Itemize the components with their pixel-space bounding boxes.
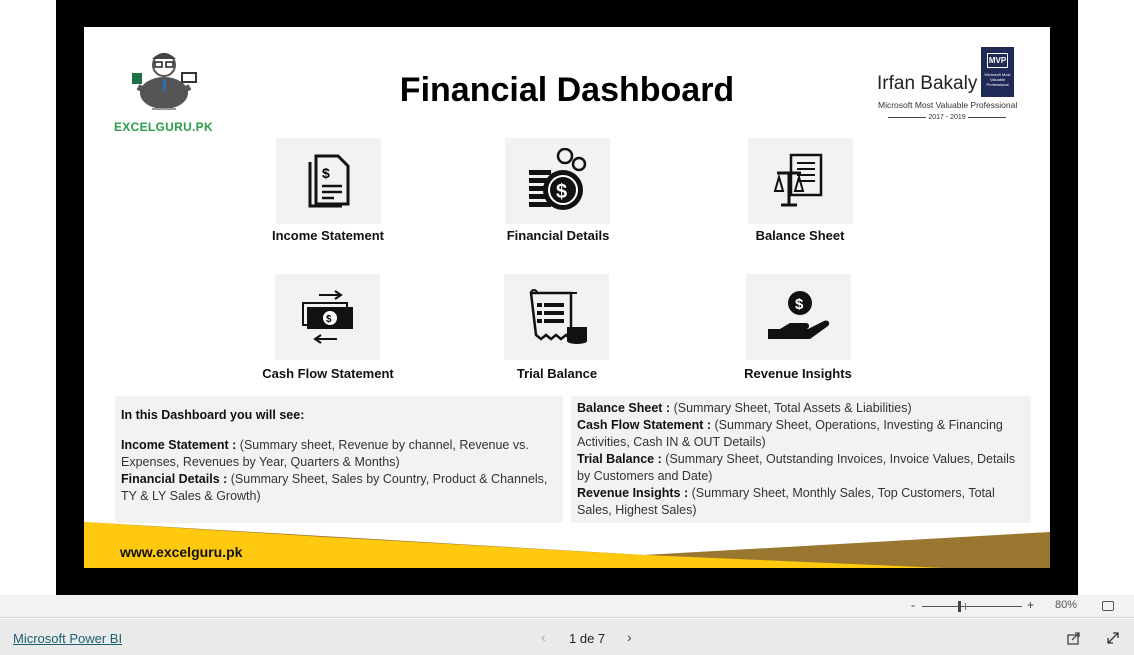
author-subtitle: Microsoft Most Valuable Professional xyxy=(878,100,1018,110)
hand-dollar-icon: $ xyxy=(767,291,829,339)
svg-text:$: $ xyxy=(326,314,332,325)
report-canvas: EXCELGURU.PK Financial Dashboard MVP Mic… xyxy=(84,27,1050,568)
balance-scale-icon xyxy=(773,153,822,207)
svg-text:$: $ xyxy=(322,165,330,181)
document-dollar-icon: $ xyxy=(308,154,349,208)
tile-label: Financial Details xyxy=(506,228,610,243)
share-icon[interactable] xyxy=(1067,631,1081,645)
panel-item: Financial Details : (Summary Sheet, Sale… xyxy=(121,472,548,503)
previous-page-icon[interactable]: ‹ xyxy=(541,629,546,645)
next-page-icon[interactable]: › xyxy=(627,629,632,645)
tile-trial-balance[interactable] xyxy=(504,274,609,360)
tile-label: Cash Flow Statement xyxy=(262,366,394,381)
panel-item: Revenue Insights : (Summary Sheet, Month… xyxy=(577,486,995,517)
zoom-bar: - + 80% xyxy=(0,595,1134,618)
panel-item: Income Statement : (Summary sheet, Reven… xyxy=(121,438,529,469)
tile-label: Income Statement xyxy=(272,228,384,243)
page-indicator: 1 de 7 xyxy=(569,631,606,646)
panel-item: Cash Flow Statement : (Summary Sheet, Op… xyxy=(577,418,1003,449)
fullscreen-icon[interactable] xyxy=(1106,631,1120,645)
zoom-slider[interactable] xyxy=(922,601,1022,612)
cash-exchange-icon: $ xyxy=(301,290,353,344)
mvp-badge: MVP Microsoft Most Valuable Professional xyxy=(981,47,1014,97)
tile-label: Trial Balance xyxy=(516,366,598,381)
author-name: Irfan Bakaly xyxy=(877,73,978,94)
tile-label: Revenue Insights xyxy=(744,366,852,381)
coins-dollar-icon: $ xyxy=(528,148,586,210)
power-bi-link[interactable]: Microsoft Power BI xyxy=(13,631,122,646)
zoom-level: 80% xyxy=(1055,599,1078,611)
panel-item: Balance Sheet : (Summary Sheet, Total As… xyxy=(577,401,912,415)
website-link[interactable]: www.excelguru.pk xyxy=(120,544,242,560)
right-info-panel: Balance Sheet : (Summary Sheet, Total As… xyxy=(571,396,1031,523)
viewer-footer: Microsoft Power BI ‹ 1 de 7 › xyxy=(0,619,1134,655)
ledger-coins-icon xyxy=(529,289,587,344)
tile-cash-flow-statement[interactable]: $ xyxy=(275,274,380,360)
zoom-out-button[interactable]: - xyxy=(911,598,915,612)
fit-to-page-icon[interactable] xyxy=(1102,601,1114,611)
zoom-slider-thumb[interactable] xyxy=(958,601,961,612)
zoom-in-button[interactable]: + xyxy=(1027,598,1034,612)
left-info-panel: In this Dashboard you will see: Income S… xyxy=(115,396,563,523)
tile-income-statement[interactable]: $ xyxy=(276,138,381,224)
tile-financial-details[interactable]: $ xyxy=(505,138,610,224)
author-years: 2017 - 2019 xyxy=(883,113,1011,121)
svg-text:$: $ xyxy=(795,296,804,313)
panel-heading: In this Dashboard you will see: xyxy=(121,408,305,422)
svg-text:$: $ xyxy=(556,181,567,203)
tile-label: Balance Sheet xyxy=(755,228,845,243)
tile-balance-sheet[interactable] xyxy=(748,138,853,224)
logo-text: EXCELGURU.PK xyxy=(114,120,213,134)
panel-item: Trial Balance : (Summary Sheet, Outstand… xyxy=(577,452,1016,483)
author-block: MVP Microsoft Most Valuable Professional… xyxy=(877,45,1027,125)
tile-revenue-insights[interactable]: $ xyxy=(746,274,851,360)
